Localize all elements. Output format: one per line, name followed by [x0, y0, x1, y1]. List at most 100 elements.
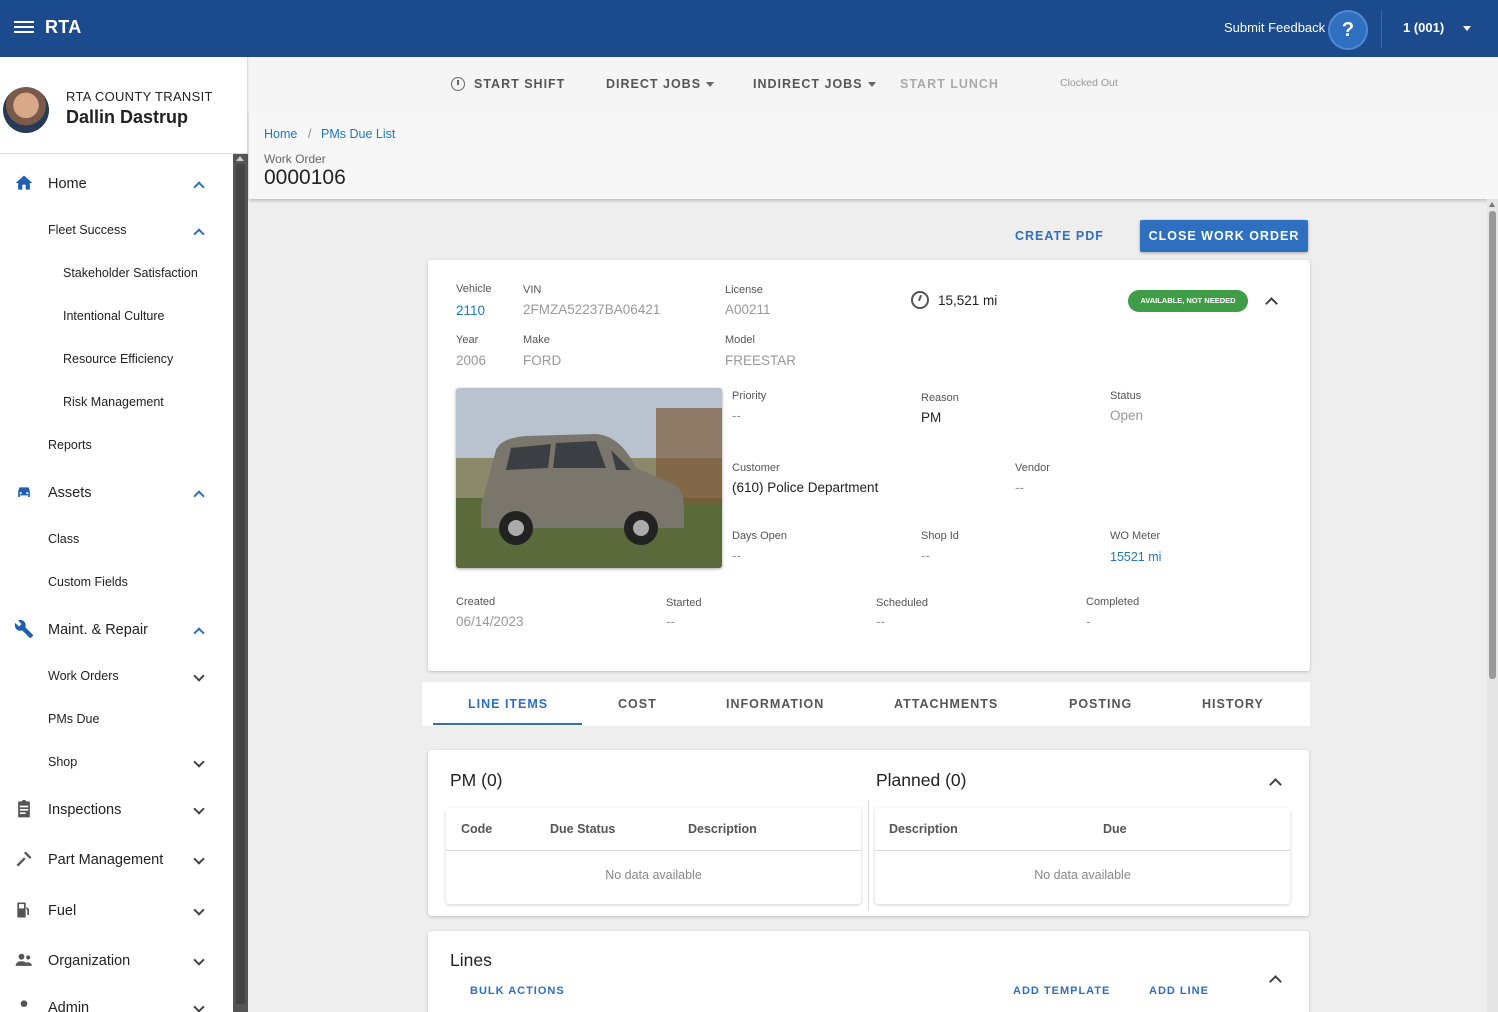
hamburger-menu-icon[interactable]	[14, 18, 34, 38]
chevron-down-icon[interactable]	[193, 904, 205, 916]
clock-status: Clocked Out	[1060, 77, 1118, 89]
sidebar-item-label: Assets	[48, 485, 92, 501]
sidebar-item-part-management[interactable]: Part Management	[0, 841, 233, 881]
column-header-description[interactable]: Description	[889, 822, 958, 836]
feedback-icon[interactable]: ?	[1328, 10, 1368, 50]
model-value: FREESTAR	[725, 353, 797, 368]
sidebar-item-reports[interactable]: Reports	[0, 427, 233, 467]
sidebar-scrollbar[interactable]	[233, 154, 248, 1012]
main-scrollbar[interactable]	[1487, 199, 1498, 1012]
divider	[1381, 10, 1382, 48]
sidebar-item-custom-fields[interactable]: Custom Fields	[0, 564, 233, 604]
start-shift-button[interactable]: START SHIFT	[474, 77, 565, 91]
vehicle-link[interactable]: 2110	[456, 303, 485, 318]
chevron-up-icon[interactable]	[193, 627, 205, 639]
add-line-button[interactable]: ADD LINE	[1149, 985, 1209, 997]
timer-icon[interactable]	[451, 77, 465, 91]
sidebar-item-assets[interactable]: Assets	[0, 474, 233, 514]
add-template-button[interactable]: ADD TEMPLATE	[1013, 985, 1110, 997]
tab-history[interactable]: HISTORY	[1202, 697, 1264, 711]
tab-attachments[interactable]: ATTACHMENTS	[894, 697, 998, 711]
sidebar-item-home[interactable]: Home	[0, 165, 233, 205]
scrollbar-thumb[interactable]	[1489, 211, 1496, 679]
chevron-up-icon[interactable]	[193, 181, 205, 193]
vehicle-photo	[456, 388, 722, 568]
chevron-down-icon[interactable]	[193, 803, 205, 815]
chevron-down-icon[interactable]	[193, 853, 205, 865]
section-divider	[868, 800, 869, 910]
sidebar-item-work-orders[interactable]: Work Orders	[0, 658, 233, 698]
breadcrumb-separator: /	[308, 127, 312, 141]
column-header-description[interactable]: Description	[688, 822, 757, 836]
column-header-due-status[interactable]: Due Status	[550, 822, 615, 836]
sidebar-item-maint-repair[interactable]: Maint. & Repair	[0, 611, 233, 651]
sidebar-item-fleet-success[interactable]: Fleet Success	[0, 212, 233, 252]
wo-meter-value[interactable]: 15521 mi	[1110, 550, 1161, 564]
priority-value: --	[732, 408, 741, 423]
caret-down-icon[interactable]	[706, 82, 714, 87]
chevron-down-icon[interactable]	[193, 1001, 205, 1012]
sidebar-item-resource-efficiency[interactable]: Resource Efficiency	[0, 341, 233, 381]
tab-cost[interactable]: COST	[618, 697, 657, 711]
shop-id-label: Shop Id	[921, 530, 959, 542]
close-work-order-button[interactable]: CLOSE WORK ORDER	[1140, 220, 1308, 252]
tab-information[interactable]: INFORMATION	[726, 697, 824, 711]
breadcrumb-pms-due-list[interactable]: PMs Due List	[321, 127, 395, 141]
start-lunch-button[interactable]: START LUNCH	[900, 77, 999, 91]
scrollbar-thumb[interactable]	[236, 164, 245, 1004]
reason-value: PM	[921, 410, 942, 425]
page-header: Home / PMs Due List Work Order 0000106	[249, 111, 1498, 199]
sidebar-item-shop[interactable]: Shop	[0, 744, 233, 784]
wo-meter-label: WO Meter	[1110, 530, 1161, 542]
days-open-label: Days Open	[732, 530, 788, 542]
breadcrumb-home[interactable]: Home	[264, 127, 297, 141]
scheduled-label: Scheduled	[876, 597, 928, 609]
sidebar-item-label: Work Orders	[48, 669, 119, 683]
column-header-due[interactable]: Due	[1103, 822, 1127, 836]
chevron-down-icon[interactable]	[193, 756, 205, 768]
sidebar-item-label: Fuel	[48, 903, 77, 919]
sidebar-item-stakeholder-satisfaction[interactable]: Stakeholder Satisfaction	[0, 255, 233, 295]
work-order-number: 0000106	[264, 166, 346, 189]
sidebar-item-inspections[interactable]: Inspections	[0, 791, 233, 831]
sidebar-item-label: Maint. & Repair	[48, 622, 148, 638]
chevron-down-icon[interactable]	[193, 670, 205, 682]
admin-icon	[20, 1000, 28, 1007]
tab-posting[interactable]: POSTING	[1069, 697, 1132, 711]
chevron-up-icon[interactable]	[193, 228, 205, 240]
sidebar-item-pms-due[interactable]: PMs Due	[0, 701, 233, 741]
sidebar: RTA COUNTY TRANSIT Dallin Dastrup Home F…	[0, 57, 248, 1012]
sidebar-item-organization[interactable]: Organization	[0, 942, 233, 982]
sidebar-item-label: Stakeholder Satisfaction	[63, 266, 198, 280]
sidebar-item-risk-management[interactable]: Risk Management	[0, 384, 233, 424]
indirect-jobs-menu[interactable]: INDIRECT JOBS	[753, 77, 863, 91]
sidebar-item-fuel[interactable]: Fuel	[0, 892, 233, 932]
sidebar-item-class[interactable]: Class	[0, 521, 233, 561]
sidebar-item-intentional-culture[interactable]: Intentional Culture	[0, 298, 233, 338]
sidebar-item-label: Part Management	[48, 852, 164, 868]
vendor-label: Vendor	[1015, 462, 1050, 474]
caret-down-icon[interactable]	[868, 82, 876, 87]
scroll-up-icon[interactable]	[236, 156, 244, 161]
started-value: --	[666, 614, 675, 629]
create-pdf-button[interactable]: CREATE PDF	[1015, 229, 1104, 243]
chevron-up-icon[interactable]	[193, 490, 205, 502]
bulk-actions-button[interactable]: BULK ACTIONS	[470, 985, 565, 997]
sidebar-item-label: Custom Fields	[48, 575, 128, 589]
direct-jobs-menu[interactable]: DIRECT JOBS	[606, 77, 701, 91]
tab-line-items[interactable]: LINE ITEMS	[468, 697, 548, 711]
caret-down-icon[interactable]	[1463, 26, 1471, 31]
column-header-code[interactable]: Code	[461, 822, 492, 836]
sidebar-item-label: Reports	[48, 438, 92, 452]
scroll-up-icon[interactable]	[1489, 202, 1495, 207]
chevron-down-icon[interactable]	[193, 954, 205, 966]
make-value: FORD	[523, 353, 562, 368]
vehicle-label: Vehicle	[456, 283, 492, 295]
sidebar-item-label: Admin	[48, 1000, 90, 1012]
account-selector[interactable]: 1 (001)	[1403, 20, 1444, 35]
planned-table: Description Due No data available	[875, 808, 1290, 904]
speedometer-icon	[911, 291, 929, 309]
submit-feedback-link[interactable]: Submit Feedback	[1224, 20, 1325, 35]
sidebar-item-admin[interactable]: Admin	[0, 989, 233, 1012]
sidebar-item-label: Fleet Success	[48, 223, 127, 237]
